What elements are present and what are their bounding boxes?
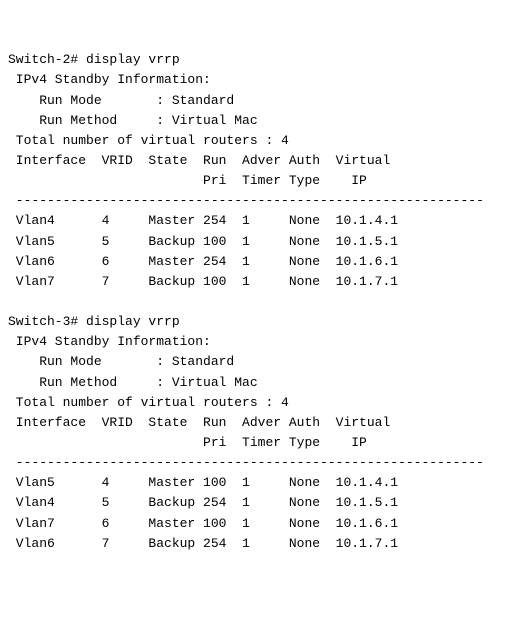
terminal-output: Switch-2# display vrrp IPv4 Standby Info… (8, 50, 520, 554)
